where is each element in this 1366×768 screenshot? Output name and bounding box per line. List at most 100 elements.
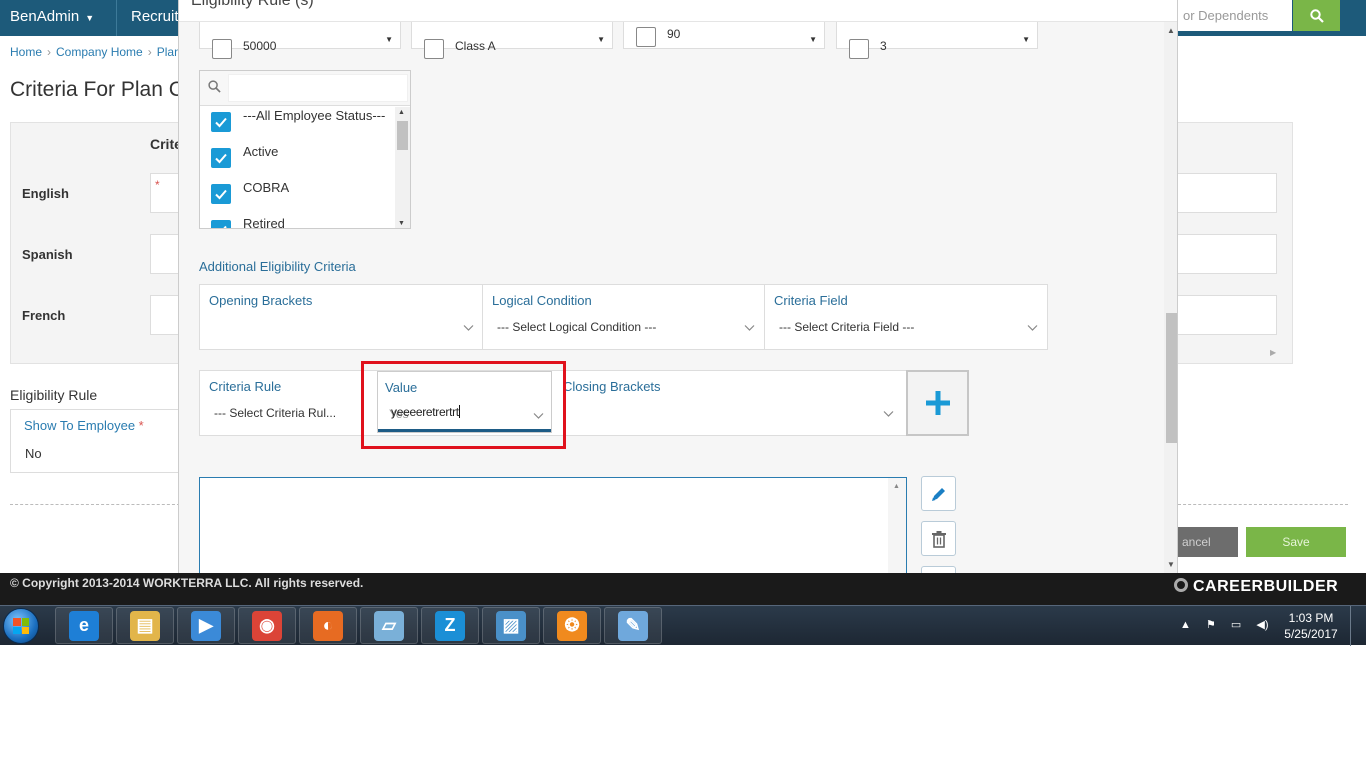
- status-option-retired[interactable]: Retired: [200, 215, 395, 228]
- language-french: French: [22, 308, 66, 323]
- volume-icon[interactable]: ◀): [1256, 619, 1268, 631]
- modal-header: Eligibility Rule (s): [179, 0, 1177, 22]
- logical-condition-select[interactable]: Logical Condition --- Select Logical Con…: [483, 285, 765, 349]
- caret-down-icon: ▼: [385, 35, 393, 44]
- class-checkbox[interactable]: [424, 39, 444, 59]
- taskbar-app-button[interactable]: ◐: [299, 607, 357, 644]
- status-option-all[interactable]: ---All Employee Status---: [200, 107, 395, 143]
- show-to-employee-label: Show To Employee *: [24, 418, 144, 433]
- save-button[interactable]: Save: [1246, 527, 1346, 557]
- caret-down-icon: ▼: [809, 35, 817, 44]
- search-button[interactable]: [1293, 0, 1340, 31]
- closing-brackets-select[interactable]: Closing Brackets: [555, 371, 905, 435]
- taskbar-app-button[interactable]: ▶: [177, 607, 235, 644]
- required-marker: *: [138, 418, 144, 433]
- status-option-label: COBRA: [243, 180, 290, 195]
- divider: [1178, 504, 1348, 505]
- nav-divider: [116, 0, 117, 36]
- taskbar-app-button[interactable]: ❂: [543, 607, 601, 644]
- benadmin-menu[interactable]: BenAdmin ▼: [10, 8, 94, 25]
- closing-brackets-label: Closing Brackets: [563, 379, 661, 394]
- taskbar-app-button[interactable]: ▤: [116, 607, 174, 644]
- checkmark-icon[interactable]: [211, 184, 231, 204]
- status-option-label: Active: [243, 144, 279, 159]
- status-options: ---All Employee Status--- Active COBRA R…: [200, 107, 395, 228]
- caret-down-icon: ▼: [1022, 35, 1030, 44]
- scroll-thumb[interactable]: [1166, 313, 1177, 443]
- spanish-desc-field[interactable]: [1178, 234, 1277, 274]
- modal-scrollbar[interactable]: ▲ ▼: [1164, 22, 1177, 573]
- flame-app-icon: ❂: [557, 610, 587, 641]
- taskbar-app-button[interactable]: ▱: [360, 607, 418, 644]
- scroll-thumb[interactable]: [397, 121, 408, 150]
- edit-rule-button[interactable]: [921, 476, 956, 511]
- breadcrumb-company-home[interactable]: Company Home: [56, 45, 143, 59]
- criteria-rule-value: --- Select Criteria Rul...: [214, 406, 337, 420]
- days-select[interactable]: 90 ▼: [623, 22, 825, 49]
- checkmark-icon[interactable]: [211, 112, 231, 132]
- plus-icon: [925, 391, 950, 415]
- status-option-cobra[interactable]: COBRA: [200, 179, 395, 215]
- modal-title: Eligibility Rule (s): [191, 0, 314, 9]
- breadcrumb-home[interactable]: Home: [10, 45, 42, 59]
- scroll-up-icon[interactable]: ▲: [398, 109, 405, 116]
- taskbar-app-button[interactable]: ◉: [238, 607, 296, 644]
- tray-expand-icon[interactable]: ▲: [1180, 619, 1191, 631]
- show-to-employee-field[interactable]: Show To Employee * No: [10, 409, 180, 473]
- spanish-name-field[interactable]: [150, 234, 180, 274]
- start-button[interactable]: [3, 608, 39, 644]
- criteria-field-select[interactable]: Criteria Field --- Select Criteria Field…: [765, 285, 1047, 349]
- action-center-flag-icon[interactable]: ⚑: [1206, 619, 1216, 631]
- pencil-icon: [931, 487, 945, 501]
- criteria-field-label: Criteria Field: [774, 293, 848, 308]
- breadcrumb: Home › Company Home › Plan: [10, 45, 181, 59]
- status-search-input[interactable]: [228, 74, 408, 102]
- scroll-up-icon[interactable]: ▲: [893, 483, 900, 490]
- english-desc-field[interactable]: [1178, 173, 1277, 213]
- checkmark-icon[interactable]: [211, 220, 231, 228]
- system-clock[interactable]: 1:03 PM 5/25/2017: [1283, 610, 1339, 642]
- chevron-down-icon: [744, 325, 755, 331]
- scroll-down-icon[interactable]: ▼: [1167, 560, 1175, 569]
- status-option-active[interactable]: Active: [200, 143, 395, 179]
- opening-brackets-select[interactable]: Opening Brackets: [200, 285, 483, 349]
- salary-select[interactable]: 50000 ▼: [199, 22, 401, 59]
- add-criteria-button[interactable]: [906, 370, 969, 436]
- french-desc-field[interactable]: [1178, 295, 1277, 335]
- chevron-right-icon[interactable]: ▶: [1270, 348, 1276, 357]
- nav-item-recruit[interactable]: Recruit: [131, 8, 179, 25]
- salary-checkbox[interactable]: [212, 39, 232, 59]
- taskbar-app-button[interactable]: ✎: [604, 607, 662, 644]
- scroll-down-icon[interactable]: ▼: [398, 220, 405, 227]
- status-option-label: ---All Employee Status---: [243, 108, 386, 123]
- delete-rule-button[interactable]: [921, 521, 956, 556]
- search-input[interactable]: or Dependents: [1178, 0, 1292, 31]
- salary-value: 50000: [243, 39, 277, 53]
- eligibility-rule-modal: Eligibility Rule (s) 50000 ▼ Class A ▼ 9…: [178, 0, 1178, 573]
- chevron-down-icon: [883, 411, 894, 417]
- days-checkbox[interactable]: [636, 27, 656, 47]
- language-english: English: [22, 186, 69, 201]
- class-value: Class A: [455, 39, 496, 53]
- show-desktop-button[interactable]: [1350, 606, 1366, 646]
- count-select[interactable]: 3 ▼: [836, 22, 1038, 59]
- caret-down-icon: ▼: [597, 35, 605, 44]
- windows-taskbar: e ▤ ▶ ◉ ◐ ▱ Z ▨ ❂ ✎ ▲ ⚑ ▭ ◀) 1:03 PM 5/25/2017: [0, 605, 1366, 646]
- more-rule-button[interactable]: [921, 566, 956, 573]
- network-icon[interactable]: ▭: [1231, 619, 1241, 631]
- criteria-rule-select[interactable]: Criteria Rule --- Select Criteria Rul...: [200, 371, 365, 435]
- taskbar-app-button[interactable]: ▨: [482, 607, 540, 644]
- scroll-up-icon[interactable]: ▲: [1167, 26, 1175, 35]
- status-list-scrollbar[interactable]: ▲ ▼: [395, 107, 410, 228]
- taskbar-app-button[interactable]: Z: [421, 607, 479, 644]
- checkmark-icon[interactable]: [211, 148, 231, 168]
- file-explorer-icon: ▤: [130, 610, 160, 641]
- textarea-scrollbar[interactable]: ▲: [888, 478, 906, 573]
- taskbar-app-button[interactable]: e: [55, 607, 113, 644]
- class-select[interactable]: Class A ▼: [411, 22, 613, 59]
- brand-label: BenAdmin: [10, 8, 80, 25]
- count-checkbox[interactable]: [849, 39, 869, 59]
- rule-expression-textarea[interactable]: ▲: [199, 477, 907, 573]
- cancel-button[interactable]: ancel: [1178, 527, 1238, 557]
- french-name-field[interactable]: [150, 295, 180, 335]
